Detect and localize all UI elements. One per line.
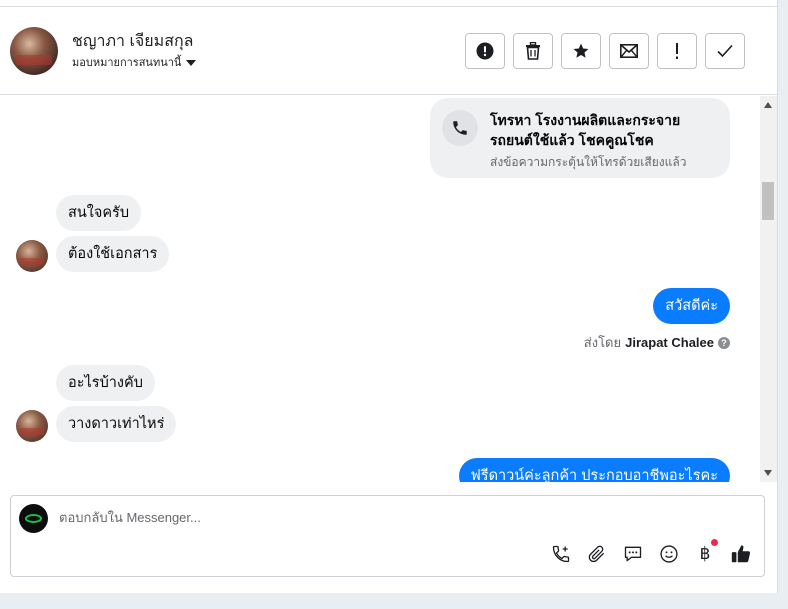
paperclip-icon[interactable]	[586, 543, 608, 565]
contact-avatar-small	[16, 240, 48, 272]
call-card-title: โทรหา โรงงานผลิตและกระจายรถยนต์ใช้แล้ว โ…	[490, 112, 681, 148]
exclamation-icon	[674, 42, 680, 60]
reply-composer: ฿	[10, 495, 765, 577]
phone-plus-icon[interactable]	[550, 543, 572, 565]
incoming-message: อะไรบ้างคับ	[56, 365, 155, 401]
assign-label: มอบหมายการสนทนานี้	[72, 57, 182, 69]
contact-avatar[interactable]	[10, 27, 58, 75]
star-icon	[572, 42, 590, 60]
incoming-message: ต้องใช้เอกสาร	[56, 236, 170, 272]
help-icon[interactable]: ?	[718, 336, 730, 349]
alert-circle-icon	[476, 42, 494, 60]
sent-by-prefix: ส่งโดย	[583, 335, 622, 350]
mark-unread-button[interactable]	[609, 33, 649, 69]
phone-icon	[442, 110, 478, 146]
contact-avatar-small	[16, 410, 48, 442]
scroll-thumb[interactable]	[762, 182, 774, 220]
sent-by-label: ส่งโดย Jirapat Chalee ?	[584, 332, 730, 353]
check-icon	[717, 44, 733, 58]
composer-tools: ฿	[550, 539, 752, 565]
scroll-down-arrow[interactable]	[764, 470, 772, 476]
contact-name[interactable]: ชญาภา เจียมสกุล	[72, 29, 193, 54]
conversation-panel: ชญาภา เจียมสกุล มอบหมายการสนทนานี้ โทรหา…	[0, 0, 778, 593]
outgoing-message: ฟรีดาวน์ค่ะลูกค้า ประกอบอาชีพอะไรคะ	[458, 458, 730, 482]
thumbs-up-icon[interactable]	[730, 543, 752, 565]
scroll-up-arrow[interactable]	[764, 102, 772, 108]
thread-scrollbar[interactable]	[760, 96, 777, 482]
assign-conversation-dropdown[interactable]: มอบหมายการสนทนานี้	[72, 53, 197, 71]
message-thread[interactable]: โทรหา โรงงานผลิตและกระจายรถยนต์ใช้แล้ว โ…	[0, 96, 760, 482]
delete-button[interactable]	[513, 33, 553, 69]
incoming-message: วางดาวเท่าไหร่	[56, 406, 177, 442]
star-button[interactable]	[561, 33, 601, 69]
call-card-subtitle: ส่งข้อความกระตุ้นให้โทรด้วยเสียงแล้ว	[490, 155, 687, 169]
mark-done-button[interactable]	[705, 33, 745, 69]
baht-payment-icon[interactable]: ฿	[694, 539, 718, 565]
saved-reply-icon[interactable]	[622, 543, 644, 565]
page-logo-avatar	[19, 504, 48, 533]
notification-dot	[711, 539, 718, 546]
outgoing-message: สวัสดีค่ะ	[653, 288, 730, 324]
spam-button[interactable]	[465, 33, 505, 69]
follow-up-button[interactable]	[657, 33, 697, 69]
conversation-actions	[465, 33, 745, 69]
sent-by-name: Jirapat Chalee	[625, 335, 714, 350]
incoming-message: สนใจครับ	[56, 195, 142, 231]
reply-input[interactable]	[59, 510, 659, 525]
chevron-down-icon	[186, 59, 197, 66]
conversation-header: ชญาภา เจียมสกุล มอบหมายการสนทนานี้	[0, 7, 778, 95]
trash-icon	[525, 42, 541, 60]
envelope-icon	[620, 44, 638, 58]
baht-symbol: ฿	[699, 544, 711, 563]
emoji-icon[interactable]	[658, 543, 680, 565]
voice-call-prompt-card: โทรหา โรงงานผลิตและกระจายรถยนต์ใช้แล้ว โ…	[430, 98, 730, 178]
